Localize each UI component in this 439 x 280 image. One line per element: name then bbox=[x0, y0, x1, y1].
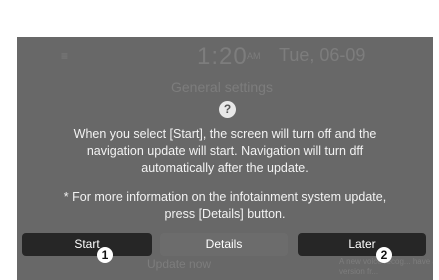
dialog-message-line: When you select [Start], the screen will… bbox=[73, 127, 377, 141]
details-button[interactable]: Details bbox=[160, 233, 288, 256]
question-icon: ? bbox=[219, 101, 236, 118]
dialog-info-line: press [Details] button. bbox=[164, 207, 286, 221]
start-button[interactable]: Start bbox=[22, 233, 152, 256]
callout-number-1: 1 bbox=[97, 247, 113, 263]
dialog-info: * For more information on the infotainme… bbox=[17, 189, 433, 223]
later-button[interactable]: Later bbox=[298, 233, 426, 256]
dialog-message: When you select [Start], the screen will… bbox=[17, 126, 433, 177]
dialog-message-line: automatically after the update. bbox=[141, 161, 309, 175]
callout-number-2: 2 bbox=[376, 247, 392, 263]
update-dialog: ? When you select [Start], the screen wi… bbox=[17, 37, 433, 280]
dialog-message-line: navigation update will start. Navigation… bbox=[86, 144, 364, 158]
dialog-info-line: * For more information on the infotainme… bbox=[63, 190, 387, 204]
infotainment-screen: ≡ 1:20 AM Tue, 06-09 General settings Up… bbox=[17, 37, 433, 280]
